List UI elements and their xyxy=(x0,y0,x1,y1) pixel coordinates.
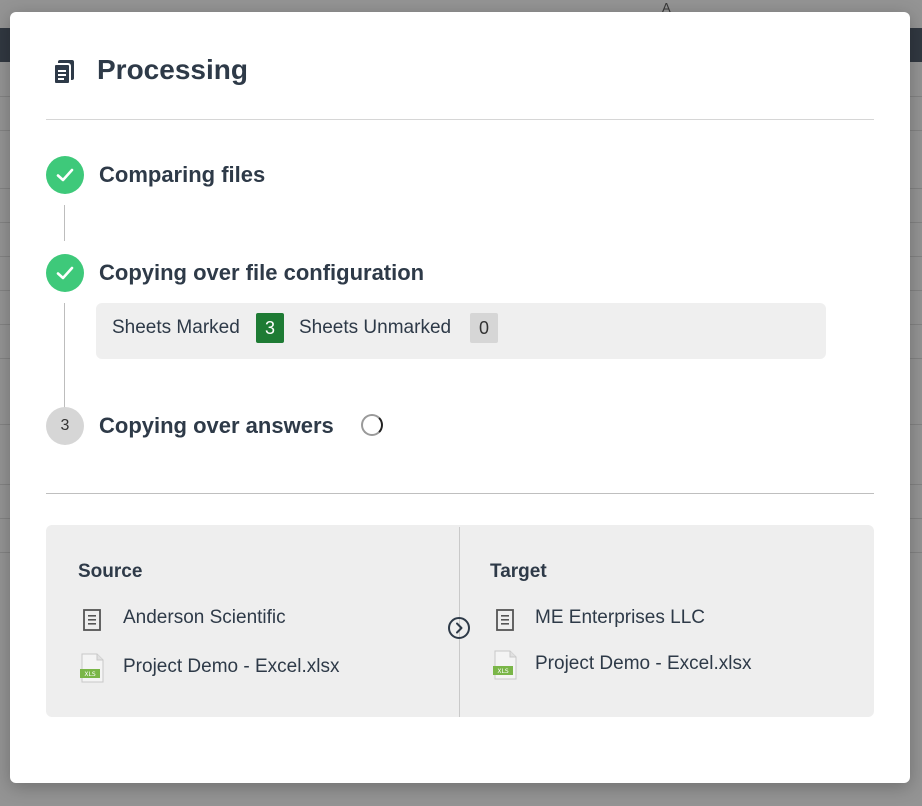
sheets-marked-count: 3 xyxy=(256,313,284,343)
target-company: ME Enterprises LLC xyxy=(535,607,706,628)
transfer-summary: Source Anderson Scientific XLS Project D… xyxy=(46,525,874,717)
documents-icon xyxy=(53,60,74,85)
document-icon xyxy=(83,609,101,631)
step-connector xyxy=(64,205,65,241)
step-number-badge: 3 xyxy=(46,407,84,445)
target-heading: Target xyxy=(490,561,547,582)
excel-file-icon: XLS xyxy=(493,650,517,680)
target-file[interactable]: Project Demo - Excel.xlsx xyxy=(535,653,751,675)
sheets-unmarked-label: Sheets Unmarked xyxy=(299,317,452,338)
source-company: Anderson Scientific xyxy=(123,607,286,628)
sheets-unmarked-count: 0 xyxy=(470,313,498,343)
processing-modal: Processing Comparing files Copying over … xyxy=(10,12,910,783)
modal-title: Processing xyxy=(97,54,248,85)
document-icon xyxy=(496,609,514,631)
modal-header: Processing xyxy=(46,52,874,120)
source-file[interactable]: Project Demo - Excel.xlsx xyxy=(123,656,339,678)
checkmark-icon xyxy=(56,168,74,182)
step-complete-icon xyxy=(46,156,84,194)
step-label: Copying over answers xyxy=(99,413,334,438)
step-complete-icon xyxy=(46,254,84,292)
loading-spinner-icon xyxy=(361,414,383,436)
step-connector xyxy=(64,303,65,408)
svg-text:XLS: XLS xyxy=(84,671,95,678)
checkmark-icon xyxy=(56,266,74,280)
step-label: Copying over file configuration xyxy=(99,260,425,285)
svg-text:XLS: XLS xyxy=(497,668,508,675)
sheets-summary: Sheets Marked 3 Sheets Unmarked 0 xyxy=(96,303,826,359)
section-divider xyxy=(46,493,874,494)
excel-file-icon: XLS xyxy=(80,653,104,683)
source-heading: Source xyxy=(78,561,143,582)
step-label: Comparing files xyxy=(99,162,266,187)
sheets-marked-label: Sheets Marked xyxy=(112,317,240,338)
arrow-right-circle-icon xyxy=(448,617,470,639)
